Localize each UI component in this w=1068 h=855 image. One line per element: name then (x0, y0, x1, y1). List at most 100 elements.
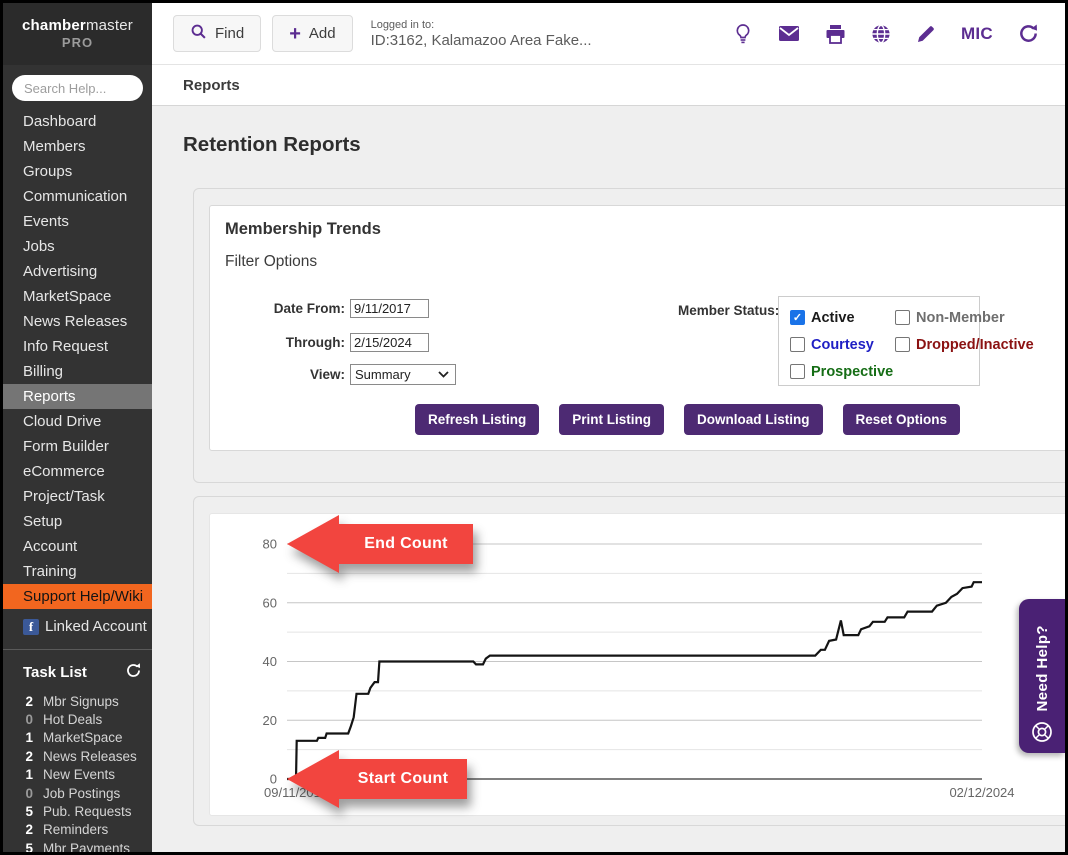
sidebar-item-cloud-drive[interactable]: Cloud Drive (3, 409, 152, 434)
globe-icon[interactable] (871, 24, 891, 44)
sidebar-item-ecommerce[interactable]: eCommerce (3, 459, 152, 484)
task-label: Hot Deals (43, 712, 102, 727)
arrow-left-icon (287, 515, 339, 573)
search-help-input[interactable] (12, 75, 143, 101)
membership-trends-card: Membership Trends Filter Options Date Fr… (209, 205, 1068, 451)
checkbox-icon[interactable] (790, 364, 805, 379)
sidebar-item-label: Jobs (23, 238, 55, 255)
mail-icon[interactable] (778, 25, 800, 42)
svg-text:02/12/2024: 02/12/2024 (949, 785, 1014, 800)
checkbox-checked-icon[interactable]: ✓ (790, 310, 805, 325)
task-item-job-postings[interactable]: 0Job Postings (23, 784, 142, 802)
sidebar-item-label: Cloud Drive (23, 413, 101, 430)
printer-icon[interactable] (825, 24, 846, 44)
print-listing-button[interactable]: Print Listing (559, 404, 664, 435)
through-input[interactable] (350, 333, 429, 352)
brand-rest: master (86, 17, 133, 34)
status-checkbox-non-member[interactable]: Non-Member (895, 304, 1034, 331)
sidebar-item-label: Dashboard (23, 113, 96, 130)
task-refresh-icon[interactable] (125, 662, 142, 683)
mic-button[interactable]: MIC (961, 24, 993, 44)
filter-outer-panel: Membership Trends Filter Options Date Fr… (193, 188, 1068, 483)
sidebar-item-label: Events (23, 213, 69, 230)
card-title: Membership Trends (225, 220, 381, 239)
sidebar-item-billing[interactable]: Billing (3, 359, 152, 384)
sidebar-item-support-help-wiki[interactable]: Support Help/Wiki (3, 584, 152, 609)
checkbox-icon[interactable] (895, 337, 910, 352)
app-window: chambermaster PRO Dashboard MembersGroups… (0, 0, 1068, 855)
add-label: Add (309, 25, 336, 42)
pencil-icon[interactable] (916, 24, 936, 44)
checkbox-icon[interactable] (790, 337, 805, 352)
sidebar-item-marketspace[interactable]: MarketSpace (3, 284, 152, 309)
member-status-label: Member Status: (678, 303, 779, 318)
task-item-marketspace[interactable]: 1MarketSpace (23, 729, 142, 747)
sidebar-item-label: Account (23, 538, 77, 555)
sidebar-item-form-builder[interactable]: Form Builder (3, 434, 152, 459)
task-item-mbr-signups[interactable]: 2Mbr Signups (23, 692, 142, 710)
task-item-mbr-payments[interactable]: 5Mbr Payments (23, 839, 142, 852)
sidebar-item-members[interactable]: Members (3, 134, 152, 159)
chambermaster-logo: chambermaster PRO (3, 3, 152, 65)
view-select[interactable]: Summary (350, 364, 456, 385)
sidebar-item-communication[interactable]: Communication (3, 184, 152, 209)
lightbulb-icon[interactable] (733, 23, 753, 45)
chevron-down-icon (438, 371, 449, 378)
sidebar-item-label: Info Request (23, 338, 108, 355)
sidebar-nav: Dashboard MembersGroups Communication Event… (3, 109, 152, 639)
sidebar-item-advertising[interactable]: Advertising (3, 259, 152, 284)
membership-trends-chart: 02040608009/11/201702/12/2024 End Count … (209, 513, 1068, 816)
checkbox-icon[interactable] (895, 310, 910, 325)
need-help-label: Need Help? (1034, 625, 1051, 712)
download-listing-button[interactable]: Download Listing (684, 404, 823, 435)
sidebar-item-label: Communication (23, 188, 127, 205)
sidebar-item-dashboard[interactable]: Dashboard (3, 109, 152, 134)
logged-in-label: Logged in to: (371, 19, 592, 31)
sidebar-item-training[interactable]: Training (3, 559, 152, 584)
sidebar-item-label: MarketSpace (23, 288, 111, 305)
start-count-label: Start Count (339, 759, 467, 799)
status-checkbox-dropped-inactive[interactable]: Dropped/Inactive (895, 331, 1034, 358)
breadcrumb-bar: Reports (152, 65, 1065, 106)
svg-text:40: 40 (263, 654, 277, 669)
sidebar-item-news-releases[interactable]: News Releases (3, 309, 152, 334)
sidebar-item-setup[interactable]: Setup (3, 509, 152, 534)
sidebar-item-label: Training (23, 563, 77, 580)
task-label: MarketSpace (43, 730, 123, 745)
sidebar-item-events[interactable]: Events (3, 209, 152, 234)
sidebar-item-label: Support Help/Wiki (23, 588, 143, 605)
member-status-box: ✓ActiveNon-MemberCourtesyDropped/Inactiv… (778, 296, 980, 386)
refresh-icon[interactable] (1018, 23, 1039, 44)
task-count: 1 (11, 730, 33, 745)
task-item-pub-requests[interactable]: 5Pub. Requests (23, 802, 142, 820)
brand-bold: chamber (22, 17, 86, 34)
task-count: 2 (11, 749, 33, 764)
task-item-news-releases[interactable]: 2News Releases (23, 747, 142, 765)
sidebar-item-reports[interactable]: Reports (3, 384, 152, 409)
task-label: Reminders (43, 822, 108, 837)
status-checkbox-prospective[interactable]: Prospective (790, 358, 895, 385)
task-item-hot-deals[interactable]: 0Hot Deals (23, 710, 142, 728)
reset-options-button[interactable]: Reset Options (843, 404, 961, 435)
sidebar-item-linked-account[interactable]: fLinked Account (3, 614, 152, 639)
filter-options-heading: Filter Options (225, 253, 317, 271)
add-button[interactable]: + Add (272, 15, 352, 52)
arrow-left-icon (287, 750, 339, 808)
need-help-tab[interactable]: Need Help? (1019, 599, 1065, 753)
sidebar-item-project-task[interactable]: Project/Task (3, 484, 152, 509)
view-select-value: Summary (355, 367, 411, 382)
svg-text:60: 60 (263, 595, 277, 610)
sidebar-item-jobs[interactable]: Jobs (3, 234, 152, 259)
task-item-new-events[interactable]: 1New Events (23, 766, 142, 784)
sidebar-item-groups[interactable]: Groups (3, 159, 152, 184)
status-checkbox-active[interactable]: ✓Active (790, 304, 895, 331)
sidebar-item-info-request[interactable]: Info Request (3, 334, 152, 359)
status-checkbox-courtesy[interactable]: Courtesy (790, 331, 895, 358)
find-button[interactable]: Find (173, 15, 261, 52)
find-label: Find (215, 25, 244, 42)
task-item-reminders[interactable]: 2Reminders (23, 821, 142, 839)
date-from-input[interactable] (350, 299, 429, 318)
refresh-listing-button[interactable]: Refresh Listing (415, 404, 539, 435)
sidebar-item-account[interactable]: Account (3, 534, 152, 559)
task-label: Job Postings (43, 786, 120, 801)
